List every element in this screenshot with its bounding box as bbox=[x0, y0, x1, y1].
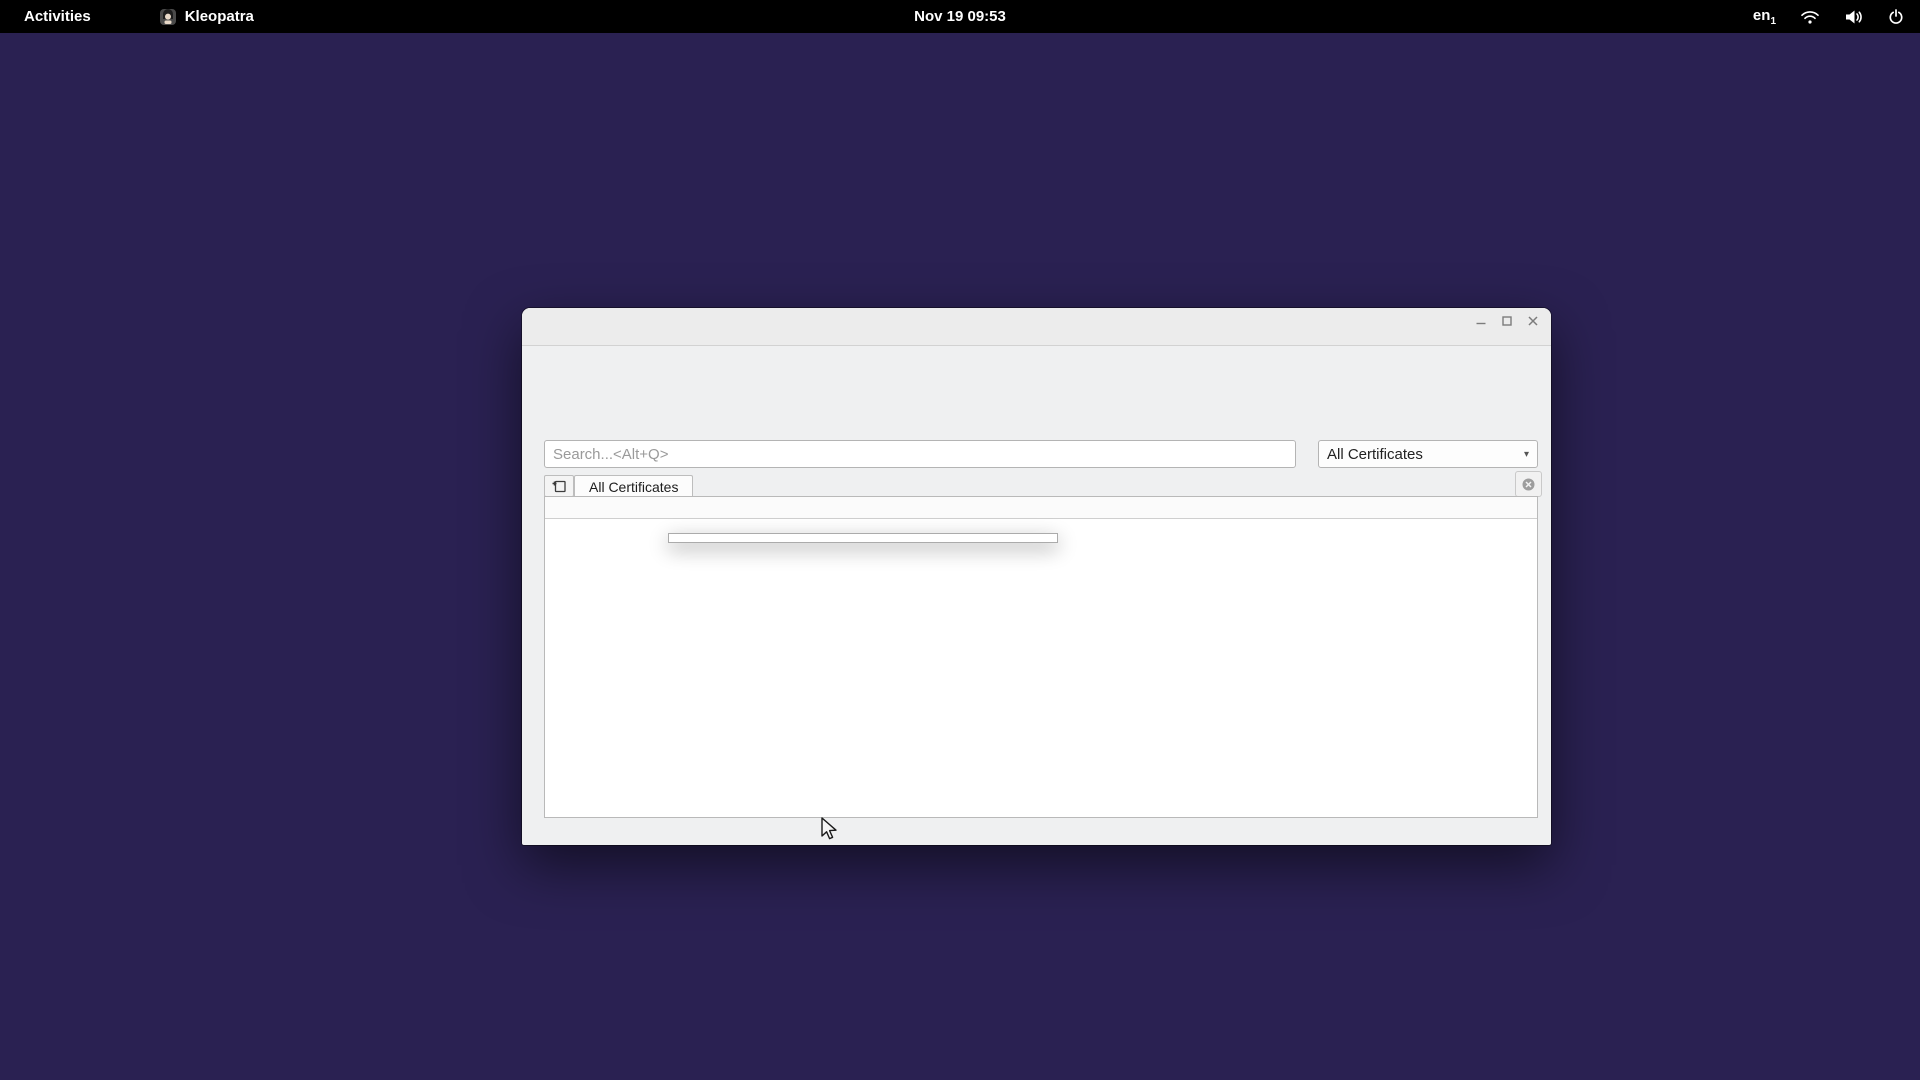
app-name: Kleopatra bbox=[185, 8, 254, 25]
minimize-button[interactable] bbox=[1473, 313, 1489, 329]
new-tab-icon bbox=[551, 478, 567, 494]
power-icon[interactable] bbox=[1888, 9, 1904, 25]
maximize-button[interactable] bbox=[1499, 313, 1515, 329]
kleopatra-app-icon bbox=[159, 8, 177, 26]
mouse-cursor bbox=[820, 817, 842, 846]
volume-icon[interactable] bbox=[1844, 9, 1864, 25]
toolbar bbox=[522, 337, 1551, 346]
close-button[interactable] bbox=[1525, 313, 1541, 329]
clock[interactable]: Nov 19 09:53 bbox=[914, 8, 1006, 25]
keyboard-layout-indicator[interactable]: en1 bbox=[1753, 7, 1776, 27]
search-input[interactable] bbox=[544, 440, 1296, 468]
certificates-table bbox=[544, 496, 1538, 818]
certificate-context-menu bbox=[668, 533, 1058, 543]
tab-all-certificates[interactable]: All Certificates bbox=[574, 475, 693, 497]
close-tab-button[interactable] bbox=[1515, 471, 1542, 497]
table-header bbox=[545, 497, 1537, 519]
activities-button[interactable]: Activities bbox=[16, 6, 99, 27]
certificate-filter-dropdown[interactable]: All Certificates ▾ bbox=[1318, 440, 1538, 468]
chevron-down-icon: ▾ bbox=[1524, 449, 1529, 460]
wifi-icon[interactable] bbox=[1800, 9, 1820, 25]
status-cluster[interactable]: en1 bbox=[1753, 7, 1904, 27]
top-bar: Activities Kleopatra Nov 19 09:53 en1 bbox=[0, 0, 1920, 33]
certificates-view: All Certificates ▾ All Certificates bbox=[544, 438, 1538, 820]
close-tab-icon bbox=[1521, 477, 1536, 492]
kleopatra-window: All Certificates ▾ All Certificates bbox=[522, 308, 1551, 845]
app-indicator[interactable]: Kleopatra bbox=[159, 8, 254, 26]
window-controls bbox=[1473, 308, 1541, 334]
new-tab-button[interactable] bbox=[544, 475, 574, 497]
titlebar[interactable] bbox=[522, 308, 1551, 334]
